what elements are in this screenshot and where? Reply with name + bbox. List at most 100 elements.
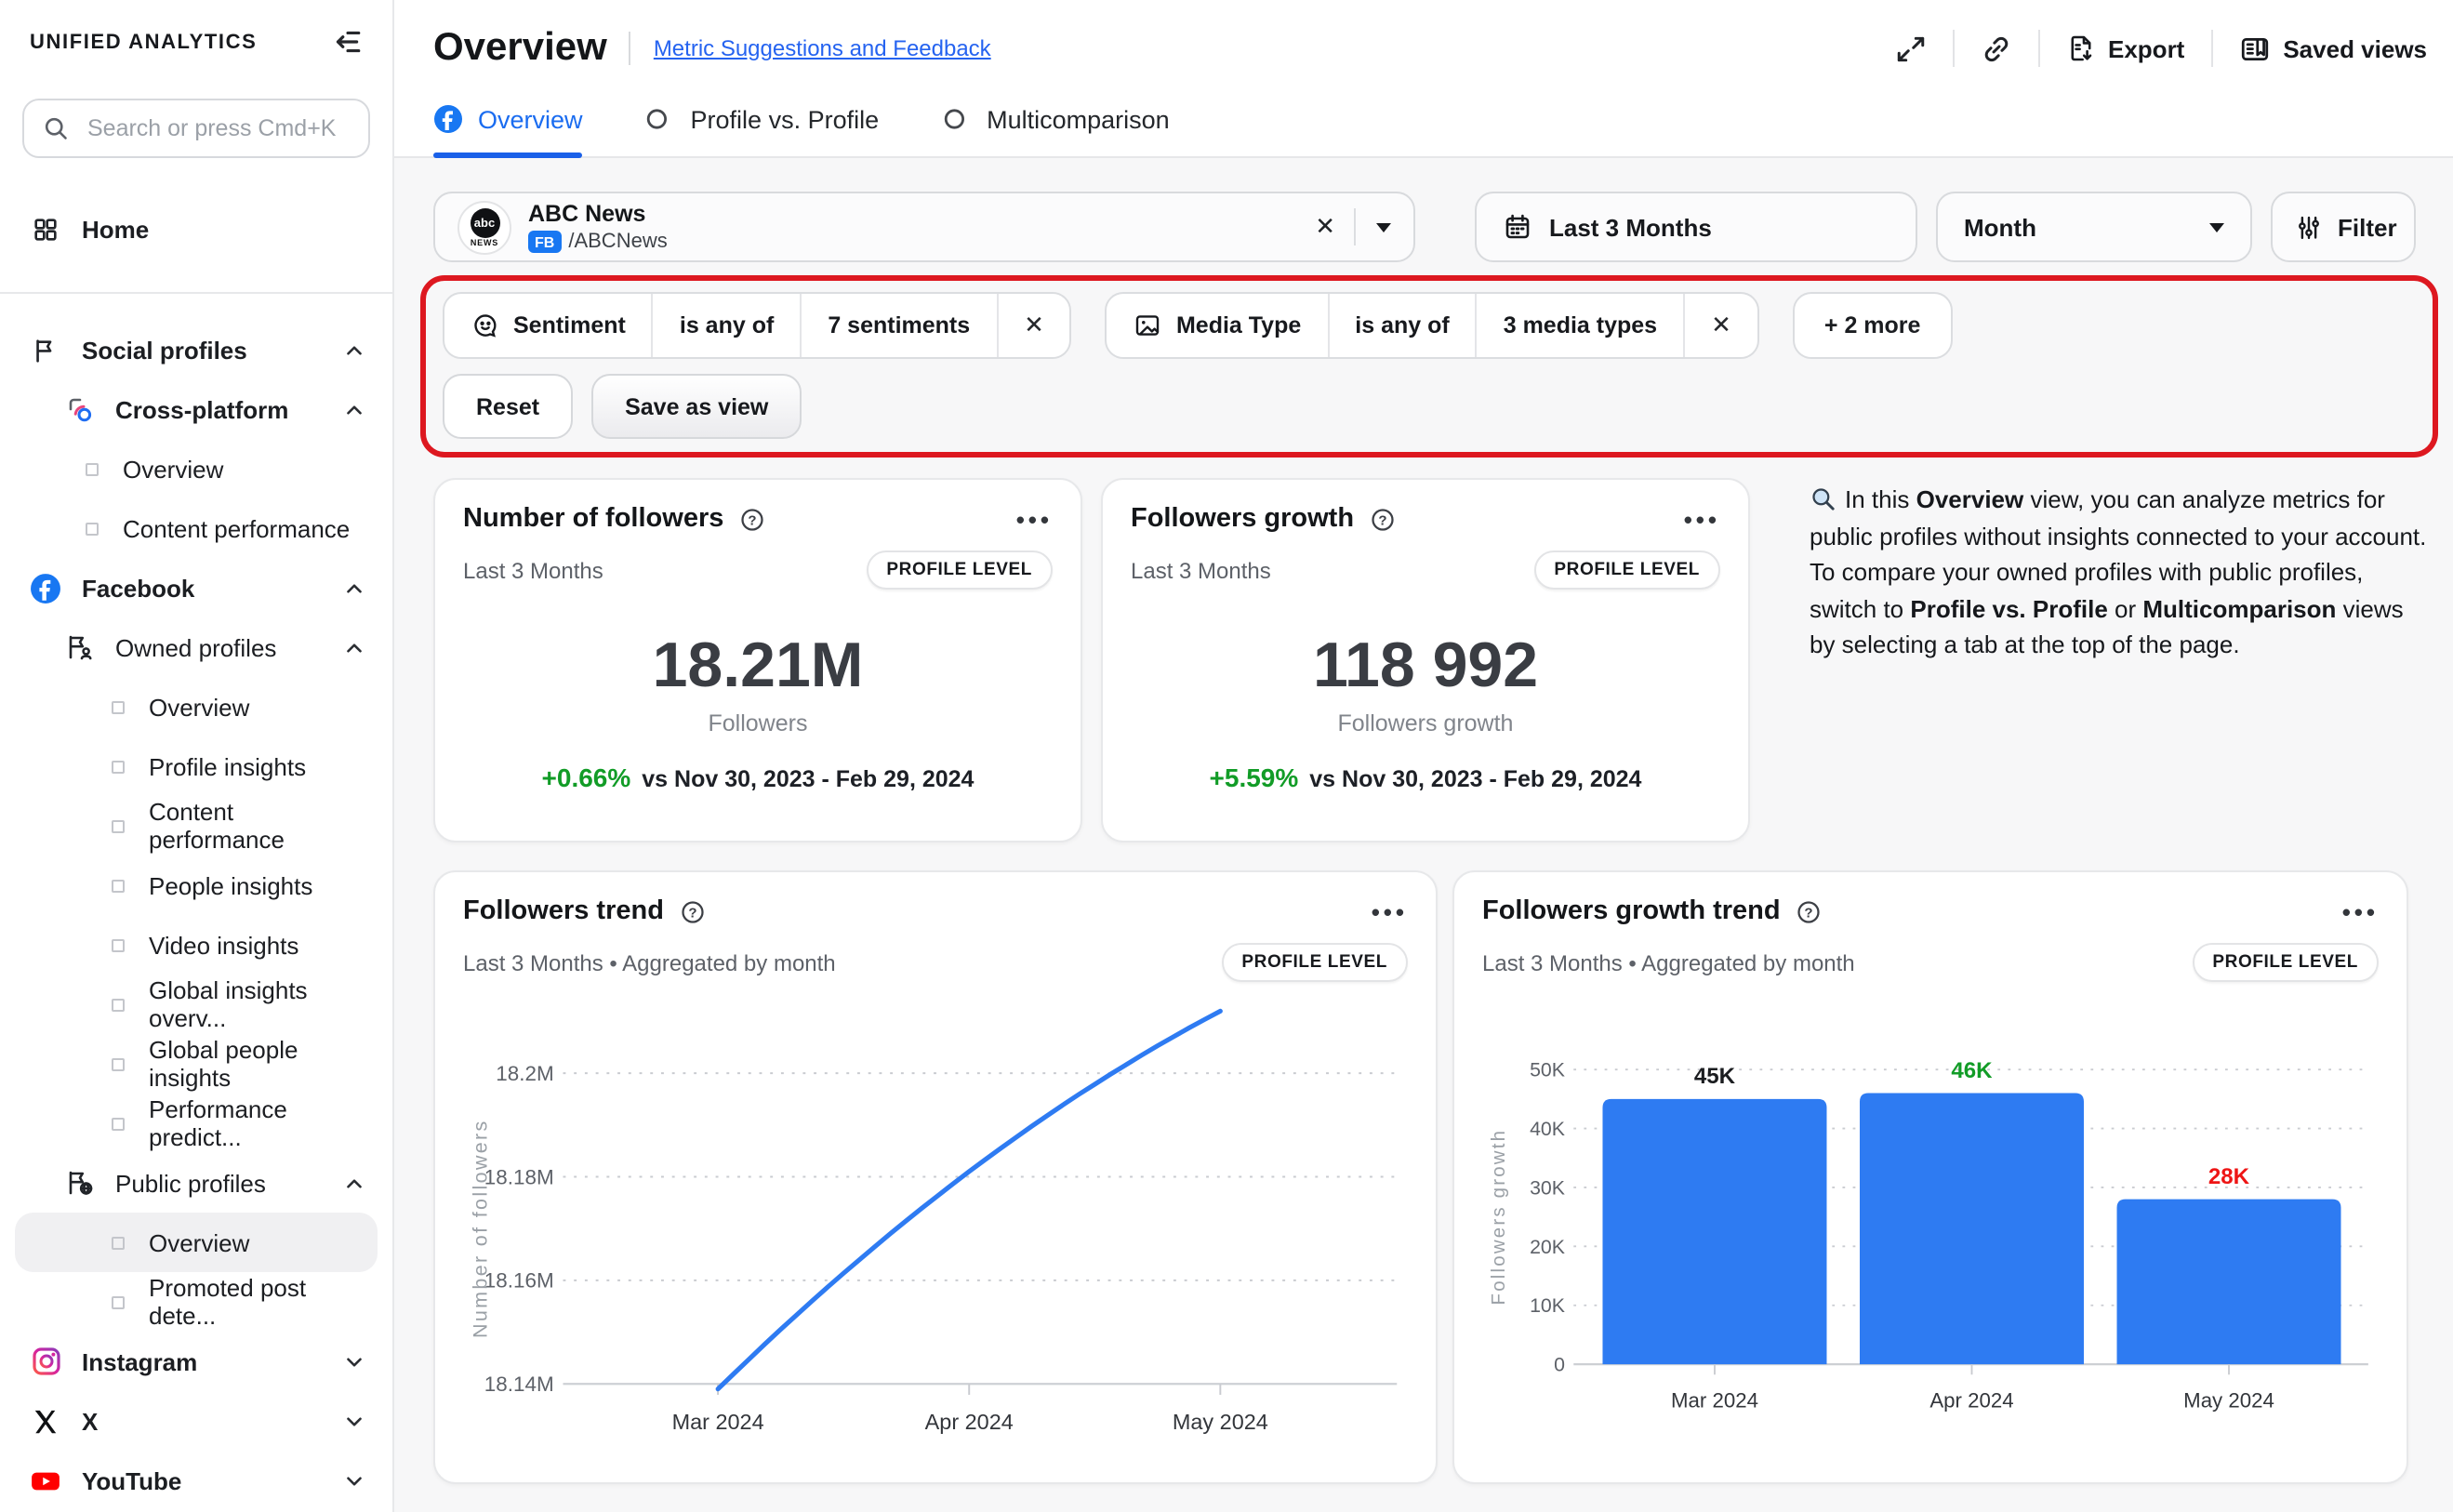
profile-level-badge: PROFILE LEVEL xyxy=(2192,943,2379,982)
unified-analytics-app: UNIFIED ANALYTICS Home xyxy=(0,0,2453,1512)
sidebar-item-video-insights[interactable]: Video insights xyxy=(0,915,392,975)
help-icon[interactable]: ? xyxy=(738,505,766,533)
tab-multicomparison[interactable]: Multicomparison xyxy=(942,104,1170,156)
x-label: X xyxy=(82,1407,98,1435)
tab-profile-vs-profile[interactable]: Profile vs. Profile xyxy=(646,104,880,156)
sidebar-section-social-profiles[interactable]: Social profiles xyxy=(0,320,392,379)
bullet-icon xyxy=(112,1057,125,1070)
media-type-operator[interactable]: is any of xyxy=(1327,294,1475,357)
svg-text:18.2M: 18.2M xyxy=(496,1062,553,1085)
x-logo-icon xyxy=(30,1407,61,1435)
chevron-up-icon[interactable] xyxy=(342,635,366,659)
saved-views-button[interactable]: Saved views xyxy=(2238,33,2427,64)
export-button[interactable]: Export xyxy=(2065,33,2184,63)
metric-suggestions-link[interactable]: Metric Suggestions and Feedback xyxy=(654,35,991,61)
sidebar-item-global-people-insights[interactable]: Global people insights xyxy=(0,1034,392,1094)
sidebar-item-promoted-post-detection[interactable]: Promoted post dete... xyxy=(0,1272,392,1332)
profile-level-badge: PROFILE LEVEL xyxy=(866,550,1053,590)
sentiment-field[interactable]: Sentiment xyxy=(444,294,652,357)
magnifier-icon xyxy=(1810,485,1837,513)
collapse-sidebar-icon[interactable] xyxy=(331,26,363,58)
search-input[interactable] xyxy=(84,113,350,143)
public-profiles-icon xyxy=(63,1168,95,1198)
svg-text:18.18M: 18.18M xyxy=(484,1165,554,1188)
chevron-up-icon[interactable] xyxy=(342,338,366,362)
sidebar-item-content-performance[interactable]: Content performance xyxy=(0,796,392,855)
sidebar-item-home[interactable]: Home xyxy=(0,199,392,259)
svg-text:May 2024: May 2024 xyxy=(1173,1410,1268,1434)
clear-profile-icon[interactable]: ✕ xyxy=(1296,212,1354,242)
kpi1-delta-row: +0.66%vs Nov 30, 2023 - Feb 29, 2024 xyxy=(463,763,1053,792)
sidebar-item-profile-insights[interactable]: Profile insights xyxy=(0,736,392,796)
followers-trend-card: Followers trend ? ••• Last 3 Months • Ag… xyxy=(433,870,1438,1484)
media-type-field[interactable]: Media Type xyxy=(1107,294,1327,357)
reset-button[interactable]: Reset xyxy=(443,374,573,439)
help-icon[interactable]: ? xyxy=(1796,897,1823,925)
sidebar-section-public-profiles[interactable]: Public profiles xyxy=(0,1153,392,1213)
date-range-picker[interactable]: Last 3 Months xyxy=(1475,192,1917,262)
tab-overview[interactable]: Overview xyxy=(433,104,583,156)
expand-icon[interactable] xyxy=(1894,33,1926,64)
chevron-down-icon[interactable] xyxy=(342,1409,366,1433)
sentiment-remove-icon[interactable]: ✕ xyxy=(996,294,1070,357)
page-title: Overview xyxy=(433,26,607,71)
sidebar-section-owned-profiles[interactable]: Owned profiles xyxy=(0,617,392,677)
kpi2-menu-icon[interactable]: ••• xyxy=(1684,505,1720,533)
tab-multicomparison-label: Multicomparison xyxy=(987,105,1170,133)
sidebar-item-cross-content-performance[interactable]: Content performance xyxy=(0,498,392,558)
chevron-up-icon[interactable] xyxy=(342,1171,366,1195)
media-type-field-label: Media Type xyxy=(1176,312,1301,338)
help-icon[interactable]: ? xyxy=(679,897,707,925)
sidebar-section-cross-platform[interactable]: Cross-platform xyxy=(0,379,392,439)
sentiment-operator[interactable]: is any of xyxy=(652,294,800,357)
kpi2-delta-row: +5.59%vs Nov 30, 2023 - Feb 29, 2024 xyxy=(1131,763,1720,792)
chevron-up-icon[interactable] xyxy=(342,576,366,600)
sidebar-item-people-insights[interactable]: People insights xyxy=(0,855,392,915)
kpi2-delta: +5.59% xyxy=(1210,763,1299,792)
search-icon xyxy=(43,115,69,141)
cross-platform-icon xyxy=(63,394,95,424)
granularity-select[interactable]: Month xyxy=(1936,192,2252,262)
bullet-icon xyxy=(86,522,99,535)
sidebar-section-youtube[interactable]: YouTube xyxy=(0,1451,392,1510)
copy-link-icon[interactable] xyxy=(1980,33,2011,64)
youtube-label: YouTube xyxy=(82,1466,181,1494)
sidebar-section-instagram[interactable]: Instagram xyxy=(0,1332,392,1391)
search-box[interactable] xyxy=(22,99,370,158)
bullet-icon xyxy=(112,700,125,713)
help-icon[interactable]: ? xyxy=(1369,505,1397,533)
chevron-down-icon[interactable] xyxy=(342,1468,366,1492)
sidebar-section-x[interactable]: X xyxy=(0,1391,392,1451)
more-filters-button[interactable]: + 2 more xyxy=(1793,292,1953,359)
followers-growth-card: Followers growth ? ••• Last 3 Months PRO… xyxy=(1101,478,1750,842)
bar-chart-menu-icon[interactable]: ••• xyxy=(2342,897,2379,925)
line-chart-title: Followers trend xyxy=(463,896,664,926)
kpi1-menu-icon[interactable]: ••• xyxy=(1016,505,1053,533)
svg-text:?: ? xyxy=(1805,904,1813,920)
main-area: Overview Metric Suggestions and Feedback… xyxy=(394,0,2453,1512)
profile-selector[interactable]: abc NEWS ABC News FB /ABCNews ✕ xyxy=(433,192,1415,262)
sidebar-item-performance-prediction[interactable]: Performance predict... xyxy=(0,1094,392,1153)
title-separator xyxy=(630,32,631,65)
filter-button[interactable]: Filter xyxy=(2271,192,2416,262)
social-profiles-label: Social profiles xyxy=(82,336,247,364)
kpi1-title: Number of followers xyxy=(463,504,723,534)
kpi1-delta: +0.66% xyxy=(542,763,631,792)
sidebar-item-global-insights-overview[interactable]: Global insights overv... xyxy=(0,975,392,1034)
followers-growth-trend-card: Followers growth trend ? ••• Last 3 Mont… xyxy=(1452,870,2408,1484)
media-type-remove-icon[interactable]: ✕ xyxy=(1683,294,1757,357)
chevron-up-icon[interactable] xyxy=(342,397,366,421)
profile-dropdown-caret-icon[interactable] xyxy=(1376,222,1391,232)
sidebar-item-owned-overview[interactable]: Overview xyxy=(0,677,392,736)
sidebar-item-cross-overview[interactable]: Overview xyxy=(0,439,392,498)
svg-text:Number of followers: Number of followers xyxy=(469,1119,491,1338)
line-chart-menu-icon[interactable]: ••• xyxy=(1372,897,1408,925)
instagram-icon xyxy=(30,1346,61,1376)
fb-network-badge: FB xyxy=(528,231,561,253)
chevron-down-icon[interactable] xyxy=(342,1349,366,1373)
sentiment-value[interactable]: 7 sentiments xyxy=(800,294,996,357)
media-type-value[interactable]: 3 media types xyxy=(1476,294,1683,357)
sidebar-section-facebook[interactable]: Facebook xyxy=(0,558,392,617)
sidebar-item-public-overview-selected[interactable]: Overview xyxy=(15,1213,378,1272)
save-as-view-button[interactable]: Save as view xyxy=(591,374,802,439)
